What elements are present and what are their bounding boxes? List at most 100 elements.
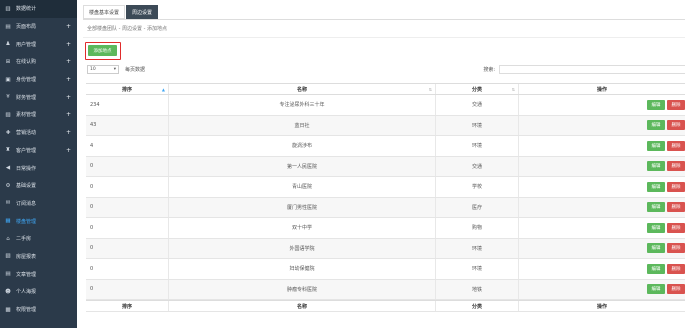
cell-name: 第一人民医院 bbox=[169, 156, 436, 176]
sidebar-item-label: 用户管理 bbox=[16, 41, 37, 48]
edit-button[interactable]: 编辑 bbox=[647, 120, 665, 131]
cell-name: 青山医院 bbox=[169, 177, 436, 197]
table-row: 0 厦门男性医院 医疗 编辑 删除 bbox=[86, 197, 685, 218]
cell-name: 旋涡涉布 bbox=[169, 136, 436, 156]
sidebar-item-0[interactable]: ▥ 数据统计 bbox=[0, 0, 77, 18]
sidebar-item-label: 素材管理 bbox=[16, 112, 37, 119]
section-divider bbox=[83, 37, 685, 38]
customer-icon: ♜ bbox=[5, 147, 11, 154]
edit-button[interactable]: 编辑 bbox=[647, 161, 665, 172]
cell-actions: 编辑 删除 bbox=[519, 280, 685, 300]
tab-divider bbox=[83, 19, 685, 20]
cell-category: 购物 bbox=[436, 218, 519, 238]
sidebar-item-11[interactable]: ✉ 订阅消息 bbox=[0, 195, 77, 213]
sidebar-item-2[interactable]: ♟ 用户管理 + bbox=[0, 35, 77, 53]
article-icon: ▤ bbox=[5, 271, 11, 278]
table-row: 234 专注泌尿外科三十年 交通 编辑 删除 bbox=[86, 95, 685, 116]
edit-button[interactable]: 编辑 bbox=[647, 181, 665, 192]
expand-plus-icon: + bbox=[65, 58, 71, 66]
highlight-box: 添加地点 bbox=[85, 42, 121, 60]
tab-basic-settings[interactable]: 楼盘基本设置 bbox=[83, 5, 126, 19]
cell-sort: 0 bbox=[86, 279, 169, 299]
id-card-icon: ▣ bbox=[5, 76, 11, 83]
edit-button[interactable]: 编辑 bbox=[647, 243, 665, 254]
sort-asc-icon: ▲ bbox=[161, 86, 165, 92]
expand-plus-icon: + bbox=[65, 23, 71, 31]
sidebar-item-4[interactable]: ▣ 身份管理 + bbox=[0, 71, 77, 89]
cell-name: 厦门男性医院 bbox=[169, 197, 436, 217]
building-icon: ▦ bbox=[5, 218, 11, 225]
cell-actions: 编辑 删除 bbox=[519, 259, 685, 279]
delete-button[interactable]: 删除 bbox=[667, 202, 685, 213]
table-row: 0 肿瘤专科医院 地铁 编辑 删除 bbox=[86, 279, 685, 300]
user-icon: ♟ bbox=[5, 41, 11, 48]
edit-button[interactable]: 编辑 bbox=[647, 284, 665, 295]
column-header-name[interactable]: 名称 ⇅ bbox=[169, 84, 436, 94]
edit-button[interactable]: 编辑 bbox=[647, 140, 665, 151]
sidebar-item-label: 客户管理 bbox=[16, 147, 37, 154]
cell-actions: 编辑 删除 bbox=[519, 157, 685, 177]
table-row: 0 妇幼保健院 环境 编辑 删除 bbox=[86, 259, 685, 280]
column-header-sort[interactable]: 排序 ▲ bbox=[86, 84, 169, 94]
sort-icon: ⇅ bbox=[428, 86, 432, 92]
cell-category: 学校 bbox=[436, 177, 519, 197]
sidebar-item-9[interactable]: ◀ 日常操作 bbox=[0, 159, 77, 177]
delete-button[interactable]: 删除 bbox=[667, 99, 685, 110]
cell-sort: 0 bbox=[86, 218, 169, 238]
sidebar-item-8[interactable]: ♜ 客户管理 + bbox=[0, 142, 77, 160]
expand-plus-icon: + bbox=[65, 111, 71, 119]
sidebar-item-15[interactable]: ▤ 文章管理 bbox=[0, 265, 77, 283]
cell-sort: 0 bbox=[86, 197, 169, 217]
page-length-select[interactable]: 10 ▾ bbox=[87, 65, 119, 74]
sidebar-item-label: 数据统计 bbox=[16, 6, 37, 13]
image-icon: ▨ bbox=[5, 111, 11, 118]
column-header-actions: 操作 bbox=[596, 86, 607, 93]
gift-icon: ✚ bbox=[5, 129, 11, 136]
delete-button[interactable]: 删除 bbox=[667, 263, 685, 274]
sidebar-item-5[interactable]: ¥ 财务管理 + bbox=[0, 88, 77, 106]
money-icon: ¥ bbox=[6, 94, 10, 101]
cell-actions: 编辑 删除 bbox=[519, 239, 685, 259]
search-control: 搜索: bbox=[483, 65, 685, 74]
delete-button[interactable]: 删除 bbox=[667, 181, 685, 192]
cell-category: 环境 bbox=[436, 115, 519, 135]
search-input[interactable] bbox=[499, 65, 685, 74]
sidebar-item-14[interactable]: ▧ 房屋报表 bbox=[0, 248, 77, 266]
cell-category: 环境 bbox=[436, 136, 519, 156]
sidebar-item-16[interactable]: ☻ 个人海报 bbox=[0, 283, 77, 301]
sidebar-item-13[interactable]: ⌂ 二手房 bbox=[0, 230, 77, 248]
column-header-category[interactable]: 分类 ⇅ bbox=[436, 84, 519, 94]
delete-button[interactable]: 删除 bbox=[667, 161, 685, 172]
sidebar-item-1[interactable]: ▤ 页面布局 + bbox=[0, 18, 77, 36]
edit-button[interactable]: 编辑 bbox=[647, 222, 665, 233]
sidebar-item-10[interactable]: ⚙ 基础设置 bbox=[0, 177, 77, 195]
delete-button[interactable]: 删除 bbox=[667, 222, 685, 233]
sidebar-item-12[interactable]: ▦ 楼盘管理 bbox=[0, 212, 77, 230]
tab-surroundings[interactable]: 周边设置 bbox=[126, 5, 159, 19]
footer-sort: 排序 bbox=[86, 301, 169, 311]
delete-button[interactable]: 删除 bbox=[667, 140, 685, 151]
cart-icon: ⊞ bbox=[5, 58, 11, 65]
table-row: 0 外国语学院 环境 编辑 删除 bbox=[86, 238, 685, 259]
edit-button[interactable]: 编辑 bbox=[647, 202, 665, 213]
sidebar-item-label: 二手房 bbox=[16, 236, 32, 243]
sidebar-item-3[interactable]: ⊞ 在线认购 + bbox=[0, 53, 77, 71]
sidebar-item-label: 房屋报表 bbox=[16, 253, 37, 260]
page-length-label: 每页数据 bbox=[125, 67, 146, 73]
add-location-button[interactable]: 添加地点 bbox=[88, 45, 117, 56]
table-row: 43 蓝日社 环境 编辑 删除 bbox=[86, 115, 685, 136]
sidebar-item-label: 在线认购 bbox=[16, 59, 37, 66]
delete-button[interactable]: 删除 bbox=[667, 243, 685, 254]
settings-icon: ⚙ bbox=[5, 182, 11, 189]
sidebar-item-6[interactable]: ▨ 素材管理 + bbox=[0, 106, 77, 124]
sidebar-item-7[interactable]: ✚ 营销活动 + bbox=[0, 124, 77, 142]
expand-plus-icon: + bbox=[65, 40, 71, 48]
edit-button[interactable]: 编辑 bbox=[647, 99, 665, 110]
sidebar-item-17[interactable]: ▩ 权限管理 bbox=[0, 301, 77, 319]
cell-sort: 0 bbox=[86, 156, 169, 176]
edit-button[interactable]: 编辑 bbox=[647, 263, 665, 274]
delete-button[interactable]: 删除 bbox=[667, 120, 685, 131]
delete-button[interactable]: 删除 bbox=[667, 284, 685, 295]
sidebar: ▥ 数据统计 ▤ 页面布局 + ♟ 用户管理 + ⊞ 在线认购 + ▣ 身份管理 + ¥ 财务管理 + ▨ 素材管理… bbox=[0, 0, 77, 328]
main-content: 楼盘基本设置 周边设置 全部楼盘团队 - 周边设置 - 添加地点 添加地点 10… bbox=[77, 0, 685, 328]
